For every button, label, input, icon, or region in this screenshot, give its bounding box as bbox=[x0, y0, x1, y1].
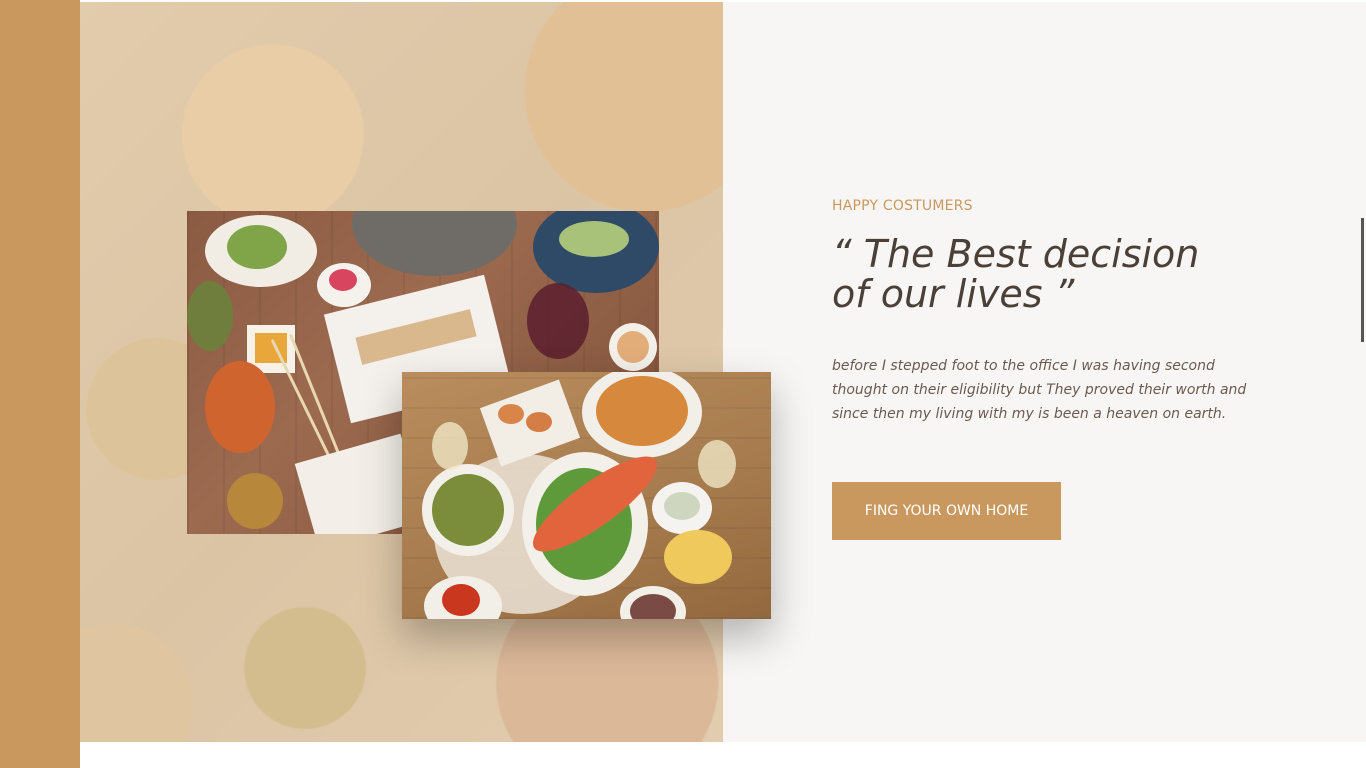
testimonial-title: “ The Best decision of our lives ” bbox=[832, 232, 1200, 316]
testimonial-content: HAPPY COSTUMERS “ The Best decision of o… bbox=[832, 198, 1272, 540]
scrollbar-thumb[interactable] bbox=[1361, 218, 1364, 342]
seafood-feast-photo bbox=[402, 372, 771, 619]
left-accent-strip bbox=[0, 0, 80, 768]
find-home-button[interactable]: FING YOUR OWN HOME bbox=[832, 482, 1061, 540]
section-eyebrow: HAPPY COSTUMERS bbox=[832, 198, 973, 214]
testimonial-quote: before I stepped foot to the office I wa… bbox=[832, 358, 1247, 422]
